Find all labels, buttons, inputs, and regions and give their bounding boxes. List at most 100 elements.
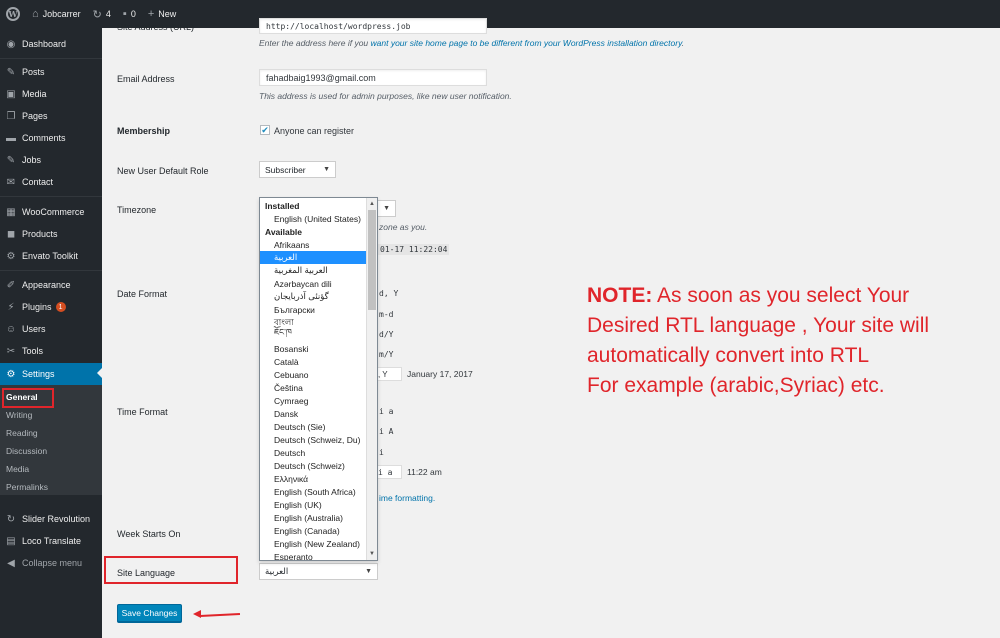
note-line: For example (arabic,Syriac) etc.	[587, 374, 885, 397]
language-option[interactable]: English (New Zealand)	[260, 537, 366, 550]
sidebar-item-products[interactable]: ◼ Products	[0, 224, 102, 244]
language-option[interactable]: Čeština	[260, 381, 366, 394]
plus-icon: +	[147, 8, 155, 20]
language-option-selected[interactable]: العربية	[260, 251, 366, 264]
submenu-media[interactable]: Media	[6, 462, 29, 476]
plugin-icon: ⚙	[6, 250, 16, 262]
translate-icon: ▤	[6, 535, 16, 547]
language-option[interactable]: Cebuano	[260, 368, 366, 381]
language-option[interactable]: ཇོང་ཁ	[260, 327, 366, 342]
dashboard-icon: ◉	[6, 38, 16, 50]
site-address-input[interactable]: http://localhost/wordpress.job	[259, 18, 487, 34]
box-icon: ◼	[6, 228, 16, 240]
submenu-reading[interactable]: Reading	[6, 426, 38, 440]
site-language-select[interactable]: العربية ▼	[259, 563, 378, 580]
note-line: automatically convert into RTL	[587, 344, 870, 367]
date-format-label: Date Format	[117, 289, 168, 299]
general-highlight-box	[2, 388, 54, 408]
language-option[interactable]: Deutsch (Schweiz)	[260, 459, 366, 472]
comment-icon: ▪	[122, 8, 127, 20]
language-option[interactable]: English (Australia)	[260, 511, 366, 524]
collapse-menu-button[interactable]: ◀ Collapse menu	[0, 553, 102, 573]
plugin-icon: ⚡	[7, 301, 15, 313]
caret-down-icon: ▼	[383, 205, 390, 212]
language-option[interactable]: Deutsch (Sie)	[260, 420, 366, 433]
dropdown-scrollbar[interactable]: ▲ ▼	[366, 198, 377, 560]
sidebar-item-appearance[interactable]: ✐ Appearance	[0, 275, 102, 295]
submenu-permalinks[interactable]: Permalinks	[6, 480, 48, 494]
media-icon: ▣	[6, 88, 16, 100]
language-option[interactable]: Dansk	[260, 407, 366, 420]
date-format-option: d/Y	[379, 330, 394, 339]
language-option[interactable]: گؤنئی آذربایجان	[260, 290, 366, 303]
language-option[interactable]: Ελληνικά	[260, 472, 366, 485]
language-option[interactable]: Azərbaycan dili	[260, 277, 366, 290]
timezone-description: zone as you.	[379, 222, 428, 232]
optgroup-installed: Installed	[265, 200, 300, 211]
language-option[interactable]: English (UK)	[260, 498, 366, 511]
language-option[interactable]: Bosanski	[260, 342, 366, 355]
time-formatting-link[interactable]: ime formatting.	[379, 493, 435, 503]
sidebar-item-slider-revolution[interactable]: ↻ Slider Revolution	[0, 509, 102, 529]
refresh-icon: ↻	[92, 8, 102, 21]
note-line: Desired RTL language , Your site will	[587, 314, 930, 337]
sidebar-item-plugins[interactable]: ⚡ Plugins 1	[0, 297, 102, 317]
default-role-select[interactable]: Subscriber ▼	[259, 161, 336, 178]
anyone-can-register-checkbox[interactable]: ✔	[260, 125, 270, 135]
sidebar-item-users[interactable]: ☺ Users	[0, 319, 102, 339]
sidebar-item-jobs[interactable]: ✎ Jobs	[0, 150, 102, 170]
submenu-discussion[interactable]: Discussion	[6, 444, 47, 458]
language-option[interactable]: English (Canada)	[260, 524, 366, 537]
sidebar-item-envato-toolkit[interactable]: ⚙ Envato Toolkit	[0, 246, 102, 266]
updates-link[interactable]: ↻ 4	[87, 0, 117, 28]
scroll-up-icon[interactable]: ▲	[367, 199, 377, 209]
sidebar-item-posts[interactable]: ✎ Posts	[0, 62, 102, 82]
sidebar-item-pages[interactable]: ❐ Pages	[0, 106, 102, 126]
sidebar-item-contact[interactable]: ✉ Contact	[0, 172, 102, 192]
comment-icon: ▬	[6, 132, 16, 144]
submenu-writing[interactable]: Writing	[6, 408, 32, 422]
language-option[interactable]: Català	[260, 355, 366, 368]
site-language-dropdown-list[interactable]: Installed English (United States) Availa…	[259, 197, 378, 561]
sidebar-item-media[interactable]: ▣ Media	[0, 84, 102, 104]
sidebar-item-comments[interactable]: ▬ Comments	[0, 128, 102, 148]
sidebar-item-settings[interactable]: ⚙ Settings	[0, 363, 102, 385]
site-address-description: Enter the address here if you want your …	[259, 38, 685, 48]
language-option[interactable]: Deutsch	[260, 446, 366, 459]
sidebar-item-loco-translate[interactable]: ▤ Loco Translate	[0, 531, 102, 551]
language-option[interactable]: Cymraeg	[260, 394, 366, 407]
site-address-label: Site Address (URL)	[117, 22, 195, 32]
save-changes-button[interactable]: Save Changes	[117, 604, 182, 622]
time-format-preview: 11:22 am	[407, 467, 442, 477]
refresh-icon: ↻	[6, 513, 16, 525]
sidebar-item-woocommerce[interactable]: ▦ WooCommerce	[0, 202, 102, 222]
week-starts-label: Week Starts On	[117, 529, 181, 539]
language-option[interactable]: العربية المغربية	[260, 264, 366, 277]
note-line: NOTE: As soon as you select Your	[587, 284, 910, 307]
site-name-link[interactable]: ⌂ Jobcarrer	[26, 0, 87, 28]
sidebar-item-dashboard[interactable]: ◉ Dashboard	[0, 34, 102, 54]
language-option[interactable]: Български	[260, 303, 366, 316]
scroll-down-icon[interactable]: ▼	[367, 549, 377, 559]
language-option[interactable]: Esperanto	[260, 550, 366, 561]
timezone-label: Timezone	[117, 205, 157, 215]
settings-icon: ⚙	[6, 368, 16, 380]
site-address-help-link[interactable]: want your site home page to be different…	[371, 38, 682, 48]
time-format-option: i a	[378, 468, 393, 477]
rtl-note-annotation: NOTE: As soon as you select Your Desired…	[587, 281, 987, 401]
site-language-label: Site Language	[117, 568, 176, 578]
plugins-update-badge: 1	[55, 302, 66, 312]
annotation-arrow	[199, 612, 241, 618]
language-option[interactable]: Deutsch (Schweiz, Du)	[260, 433, 366, 446]
language-option[interactable]: Afrikaans	[260, 238, 366, 251]
language-option[interactable]: English (United States)	[260, 212, 366, 225]
scroll-thumb[interactable]	[368, 210, 376, 310]
time-format-option: i	[379, 448, 384, 457]
sidebar-item-tools[interactable]: ✂ Tools	[0, 341, 102, 361]
language-option[interactable]: English (South Africa)	[260, 485, 366, 498]
date-format-option: m-d	[379, 310, 394, 319]
pin-icon: ✎	[6, 154, 16, 166]
optgroup-available: Available	[265, 226, 303, 237]
email-input[interactable]: fahadbaig1993@gmail.com	[259, 69, 487, 86]
wordpress-logo-icon[interactable]: W	[0, 0, 26, 28]
